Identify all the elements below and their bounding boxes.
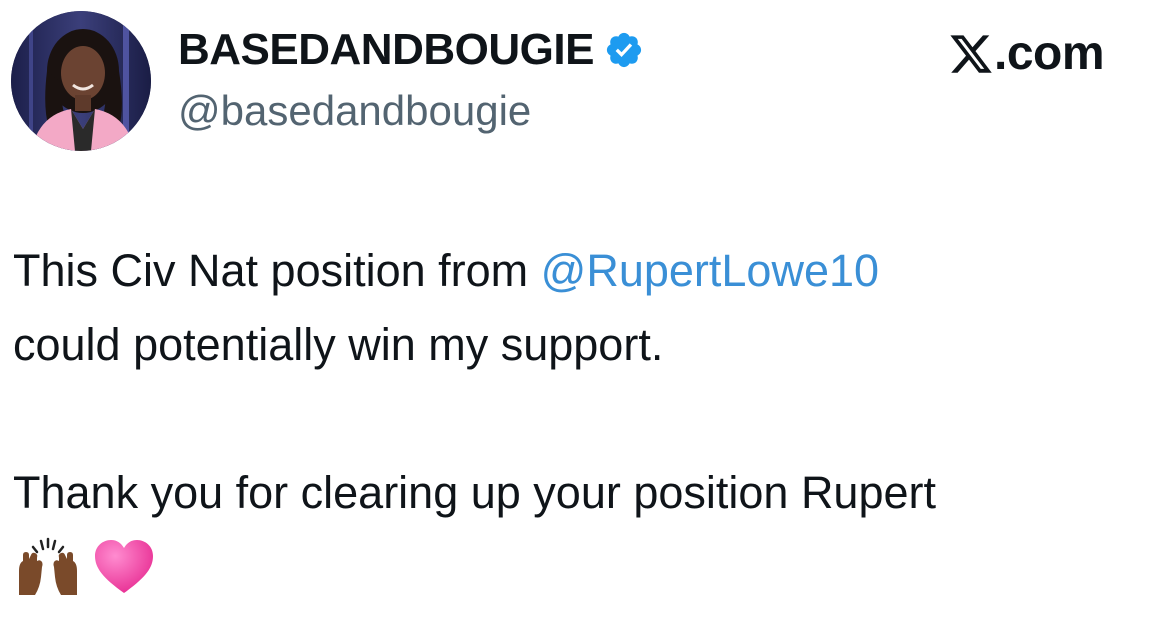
paragraph-break — [13, 382, 1143, 456]
tweet-line-3: Thank you for clearing up your position … — [13, 467, 937, 518]
author-name-row[interactable]: BASEDANDBOUGIE — [178, 22, 644, 78]
brand-watermark: .com — [948, 26, 1105, 82]
display-name[interactable]: BASEDANDBOUGIE — [178, 22, 594, 78]
brand-suffix: .com — [994, 27, 1105, 80]
tweet-text: This Civ Nat position from @RupertLowe10… — [13, 234, 1143, 604]
pink-heart-emoji — [95, 540, 153, 593]
emoji-row — [13, 530, 1143, 604]
tweet-line-2: could potentially win my support. — [13, 319, 664, 370]
mention-link[interactable]: @RupertLowe10 — [541, 245, 879, 296]
user-handle[interactable]: @basedandbougie — [178, 84, 531, 138]
avatar[interactable] — [11, 11, 151, 151]
tweet-text-segment: This Civ Nat position from — [13, 245, 541, 296]
profile-photo — [11, 11, 151, 151]
x-logo-icon — [950, 35, 992, 73]
verified-badge-icon — [606, 32, 642, 68]
tweet-line-1: This Civ Nat position from @RupertLowe10 — [13, 234, 1143, 308]
raising-hands-dark-skin-emoji — [19, 537, 77, 595]
